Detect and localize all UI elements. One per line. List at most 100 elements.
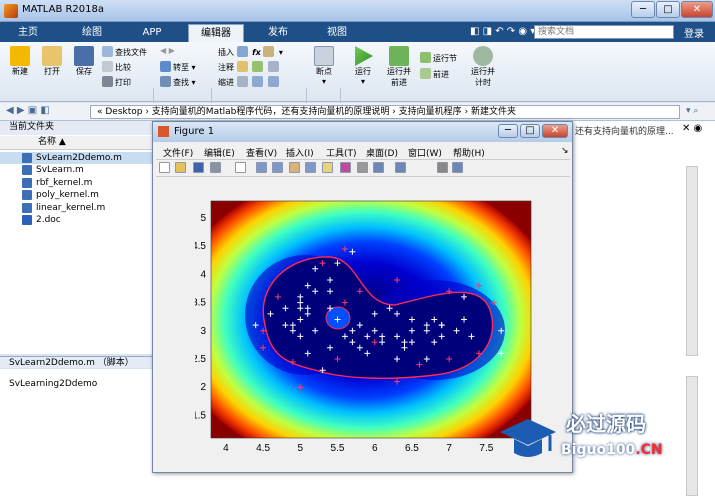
file-list-item[interactable]: rbf_kernel.m — [0, 177, 155, 189]
matlab-figure-icon — [158, 126, 169, 137]
wrap-comment-icon — [267, 61, 279, 72]
run-advance-button[interactable]: 运行并 前进 — [382, 46, 416, 88]
brush-icon[interactable] — [340, 162, 351, 173]
insert-icon — [236, 46, 248, 57]
tab-plots[interactable]: 绘图 — [72, 24, 112, 42]
tab-view[interactable]: 视图 — [317, 24, 357, 42]
y-tick-label: 4 — [200, 269, 206, 280]
new-icon[interactable] — [159, 162, 170, 173]
find-button[interactable]: 查找 ▾ — [160, 76, 196, 88]
comment-icon — [236, 61, 248, 72]
fx-icon[interactable]: fx — [252, 48, 261, 57]
find-label: 查找 — [173, 78, 189, 87]
m-file-icon — [22, 165, 32, 176]
x-tick-label: 7.5 — [479, 443, 493, 454]
run-and-time-button[interactable]: 运行并 计时 — [466, 46, 500, 88]
advance-button[interactable]: 前进 — [420, 68, 449, 80]
figure-menu-desktop[interactable]: 桌面(D) — [366, 146, 398, 159]
hide-tools-icon[interactable] — [437, 162, 448, 173]
file-list-item[interactable]: 2.doc — [0, 214, 155, 226]
search-input[interactable]: 搜索文档 — [534, 25, 674, 39]
breakpoint-icon — [314, 46, 334, 66]
colorbar-icon[interactable] — [373, 162, 384, 173]
figure-menu-file[interactable]: 文件(F) — [163, 146, 193, 159]
run-button[interactable]: 运行 ▾ — [348, 46, 378, 86]
goto-button[interactable]: 转至 ▾ — [160, 61, 196, 73]
watermark-site: Biguo100.CN — [561, 442, 663, 458]
path-breadcrumb[interactable]: « Desktop › 支持向量机的Matlab程序代码，还有支持向量机的原理说… — [90, 105, 680, 119]
legend-icon[interactable] — [395, 162, 406, 173]
figure-minimize-button[interactable]: ─ — [498, 124, 518, 138]
details-text: SvLearning2Ddemo — [9, 379, 98, 389]
new-button[interactable]: 新建 — [6, 46, 34, 77]
run-section-button[interactable]: 运行节 — [420, 52, 457, 64]
run-label: 运行 — [355, 67, 371, 76]
print-label: 打印 — [115, 78, 131, 87]
goto-label: 转至 — [173, 63, 189, 72]
y-tick-label: 5 — [200, 213, 206, 224]
y-tick-label: 3.5 — [195, 298, 206, 309]
minimize-button[interactable]: ─ — [631, 1, 655, 18]
back-forward-buttons[interactable]: ◀ ▶ — [160, 46, 175, 55]
name-column-header[interactable]: 名称 ▲ — [0, 136, 155, 150]
zoom-in-icon[interactable] — [256, 162, 267, 173]
comment-button[interactable]: 注释 — [218, 61, 281, 73]
tab-editor[interactable]: 编辑器 — [188, 24, 244, 42]
show-tools-icon[interactable] — [452, 162, 463, 173]
quick-access-toolbar[interactable]: ◧ ◨ ↶ ↷ ◉ ▾ — [470, 26, 535, 37]
rotate-icon[interactable] — [305, 162, 316, 173]
m-file-icon — [22, 190, 32, 201]
maximize-button[interactable]: □ — [656, 1, 680, 18]
figure-menu-window[interactable]: 窗口(W) — [408, 146, 442, 159]
pan-icon[interactable] — [289, 162, 300, 173]
figure-menu-insert[interactable]: 插入(I) — [286, 146, 314, 159]
save-icon[interactable] — [193, 162, 204, 173]
pointer-icon[interactable] — [235, 162, 246, 173]
insert-section-icon[interactable] — [263, 46, 275, 57]
file-list-item[interactable]: poly_kernel.m — [0, 189, 155, 201]
browse-folder-button[interactable]: ▾ ⌕ — [686, 106, 698, 116]
insert-button[interactable]: 插入 fx ▾ — [218, 46, 283, 58]
figure-menu-tools[interactable]: 工具(T) — [326, 146, 357, 159]
compare-button[interactable]: 比较 — [102, 61, 131, 73]
file-name: rbf_kernel.m — [36, 177, 93, 188]
editor-scrollbar[interactable] — [686, 166, 698, 356]
tab-apps[interactable]: APP — [132, 24, 172, 42]
tab-home[interactable]: 主页 — [8, 24, 48, 42]
figure-maximize-button[interactable]: □ — [520, 124, 540, 138]
figure-menu-help[interactable]: 帮助(H) — [453, 146, 485, 159]
print-icon[interactable] — [210, 162, 221, 173]
figure-menu-view[interactable]: 查看(V) — [246, 146, 277, 159]
smart-indent-icon — [236, 76, 248, 87]
editor-tab-title[interactable]: 还有支持向量机的原理... — [575, 124, 674, 137]
tab-publish[interactable]: 发布 — [258, 24, 298, 42]
file-list-item[interactable]: SvLearn2Ddemo.m — [0, 152, 155, 164]
figure-menu-edit[interactable]: 编辑(E) — [204, 146, 235, 159]
link-icon[interactable] — [357, 162, 368, 173]
comment-label: 注释 — [218, 63, 234, 72]
open-button[interactable]: 打开 — [38, 46, 66, 77]
x-tick-label: 6 — [372, 443, 378, 454]
close-button[interactable]: ✕ — [681, 1, 713, 18]
details-panel: SvLearning2Ddemo — [0, 369, 155, 500]
zoom-out-icon[interactable] — [272, 162, 283, 173]
find-files-button[interactable]: 查找文件 — [102, 46, 147, 58]
print-button[interactable]: 打印 — [102, 76, 131, 88]
open-icon[interactable] — [175, 162, 186, 173]
editor-options-button[interactable]: ✕ ◉ — [682, 123, 702, 134]
file-list-item[interactable]: SvLearn.m — [0, 164, 155, 176]
login-button[interactable]: 登录 — [684, 25, 704, 40]
word-file-icon — [22, 215, 32, 225]
save-button[interactable]: 保存 — [70, 46, 98, 77]
dock-figure-icon[interactable]: ↘ — [561, 146, 569, 156]
breakpoints-button[interactable]: 断点 ▾ — [310, 46, 338, 86]
nav-arrows[interactable]: ◀ ▶ ▣ ◧ — [6, 105, 50, 116]
run-section-label: 运行节 — [433, 54, 457, 63]
datatip-icon[interactable] — [322, 162, 333, 173]
find-files-icon — [102, 46, 113, 57]
file-list-item[interactable]: linear_kernel.m — [0, 202, 155, 214]
run-and-time-label: 运行并 计时 — [471, 67, 495, 87]
figure-close-button[interactable]: ✕ — [542, 124, 568, 138]
figure-title: Figure 1 — [174, 126, 215, 137]
indent-button[interactable]: 缩进 — [218, 76, 281, 88]
